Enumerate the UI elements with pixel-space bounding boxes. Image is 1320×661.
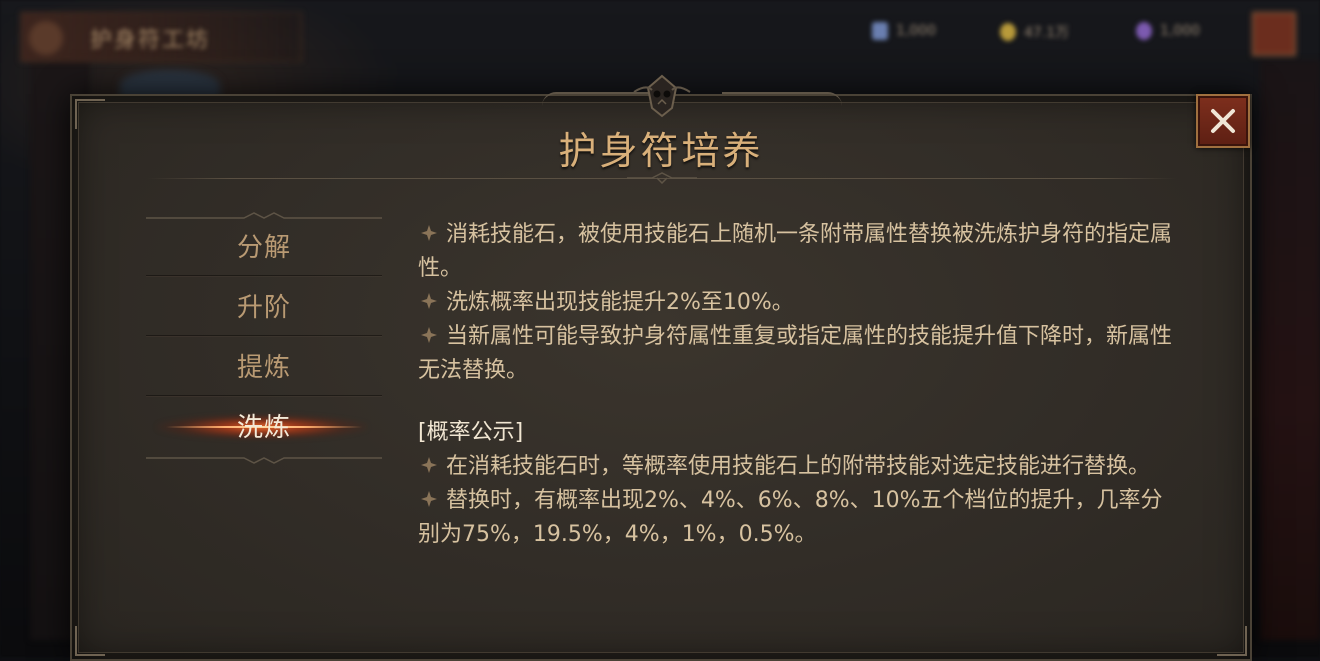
menu-item-label: 升阶 (236, 293, 291, 323)
background-close-button (1252, 12, 1296, 56)
corner-ornament (1217, 626, 1247, 656)
menu-item-upgrade[interactable]: 升阶 (146, 276, 382, 336)
menu-item-refine[interactable]: 提炼 (146, 336, 382, 396)
paragraph-text: 当新属性可能导致护身符属性重复或指定属性的技能提升值下降时，新属性无法替换。 (418, 324, 1173, 383)
paragraph-text: 替换时，有概率出现2%、4%、6%、8%、10%五个档位的提升，几率分别为75%… (418, 488, 1163, 547)
skull-crest-icon (633, 74, 691, 118)
paragraph-text: 在消耗技能石时，等概率使用技能石上的附带技能对选定技能进行替换。 (446, 454, 1151, 479)
purple-gem-icon (1136, 22, 1152, 40)
formula-paragraph: 替换时，有概率出现2%、4%、6%、8%、10%五个档位的提升，几率分别为75%… (418, 484, 1178, 552)
description-paragraph: 当新属性可能导致护身符属性重复或指定属性的技能提升值下降时，新属性无法替换。 (418, 320, 1178, 388)
description-panel: 消耗技能石，被使用技能石上随机一条附带属性替换被洗炼护身符的指定属性。 洗炼概率… (418, 218, 1178, 552)
close-icon (1211, 109, 1235, 133)
probability-heading: [概率公示] (418, 420, 524, 445)
menu-item-decompose[interactable]: 分解 (146, 216, 382, 276)
paragraph-text: 消耗技能石，被使用技能石上随机一条附带属性替换被洗炼护身符的指定属性。 (418, 222, 1173, 281)
menu-item-reforge[interactable]: 洗炼 (146, 396, 382, 455)
diamond-bullet-icon (421, 225, 437, 241)
currency-crystal: 1,000 (872, 22, 936, 40)
currency-value: 1,000 (896, 23, 937, 39)
close-button[interactable] (1196, 94, 1250, 148)
gold-coin-icon (1000, 23, 1016, 41)
menu-item-label: 洗炼 (236, 413, 291, 443)
blue-crystal-icon (872, 22, 888, 40)
menu-item-label: 分解 (236, 233, 291, 263)
divider-ornament-icon (627, 172, 697, 184)
description-paragraph: 洗炼概率出现技能提升2%至10%。 (418, 286, 1178, 320)
currency-value: 1,000 (1160, 23, 1201, 39)
amulet-cultivation-dialog: 护身符培养 分解 升阶 提炼 洗炼 消耗技能石，被使用技能石上随机一条附带属性替… (70, 74, 1252, 661)
formula-paragraph: 在消耗技能石时，等概率使用技能石上的附带技能对选定技能进行替换。 (418, 450, 1178, 484)
background-right-panel (1260, 60, 1320, 640)
menu-item-label: 提炼 (236, 353, 291, 383)
currency-value: 47.1万 (1024, 25, 1070, 41)
seal-icon (29, 21, 63, 55)
diamond-bullet-icon (421, 457, 437, 473)
corner-ornament (75, 626, 105, 656)
dialog-title: 护身符培养 (558, 129, 764, 173)
crest-wing-right (722, 92, 842, 106)
background-title: 护身符工坊 (90, 28, 211, 53)
currency-gold: 47.1万 (1000, 22, 1069, 42)
currency-gem: 1,000 (1136, 22, 1200, 40)
description-paragraph: 消耗技能石，被使用技能石上随机一条附带属性替换被洗炼护身符的指定属性。 (418, 218, 1178, 286)
feature-menu: 分解 升阶 提炼 洗炼 (146, 212, 382, 464)
paragraph-text: 洗炼概率出现技能提升2%至10%。 (446, 290, 794, 315)
diamond-bullet-icon (421, 293, 437, 309)
diamond-bullet-icon (421, 491, 437, 507)
menu-bottom-ornament (146, 457, 382, 464)
diamond-bullet-icon (421, 327, 437, 343)
